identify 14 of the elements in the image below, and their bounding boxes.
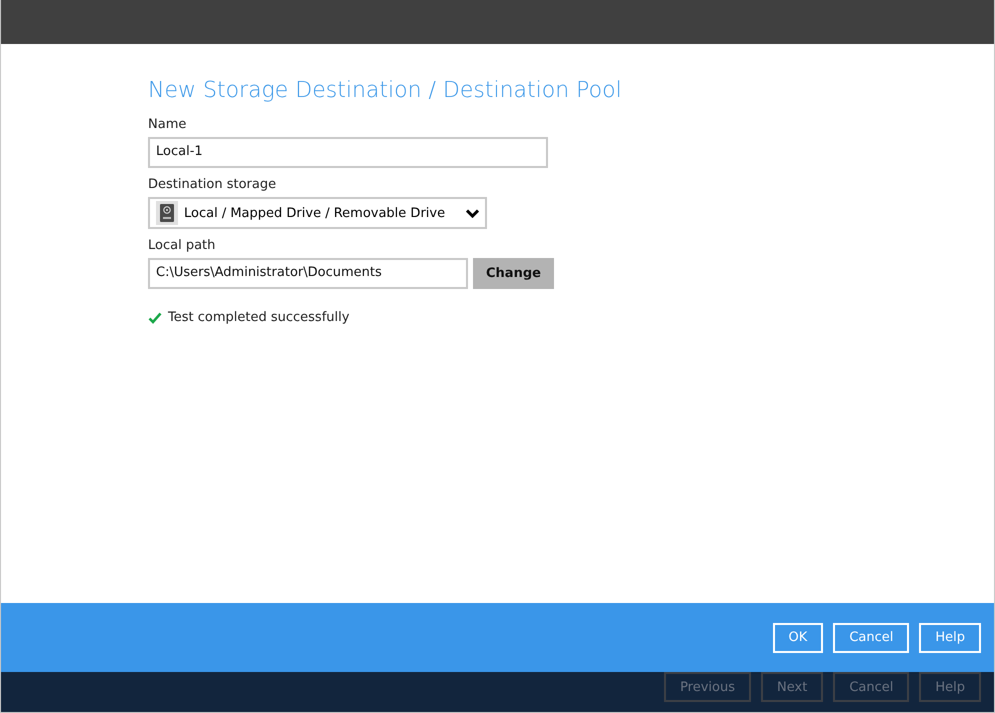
field-label: Name [148, 117, 188, 132]
name-field[interactable]: Local-1 [148, 137, 548, 168]
dialog-button[interactable]: OK [772, 622, 824, 652]
dialog-button[interactable]: Help [919, 622, 981, 652]
storage-dropdown[interactable]: Local / Mapped Drive / Removable Drive [148, 197, 487, 229]
status-message: Test completed successfully [168, 310, 350, 325]
caret-icon [466, 208, 479, 218]
field-label: Local path [148, 238, 216, 253]
dialog-title: New Storage Destination / Destination Pool [148, 78, 623, 103]
path-field[interactable]: C:\Users\Administrator\Documents [148, 258, 468, 289]
change-button[interactable]: Change [473, 258, 554, 289]
dialog-button[interactable]: Cancel [833, 622, 910, 652]
field-label: Destination storage [148, 177, 278, 192]
drive-icon [160, 204, 174, 222]
